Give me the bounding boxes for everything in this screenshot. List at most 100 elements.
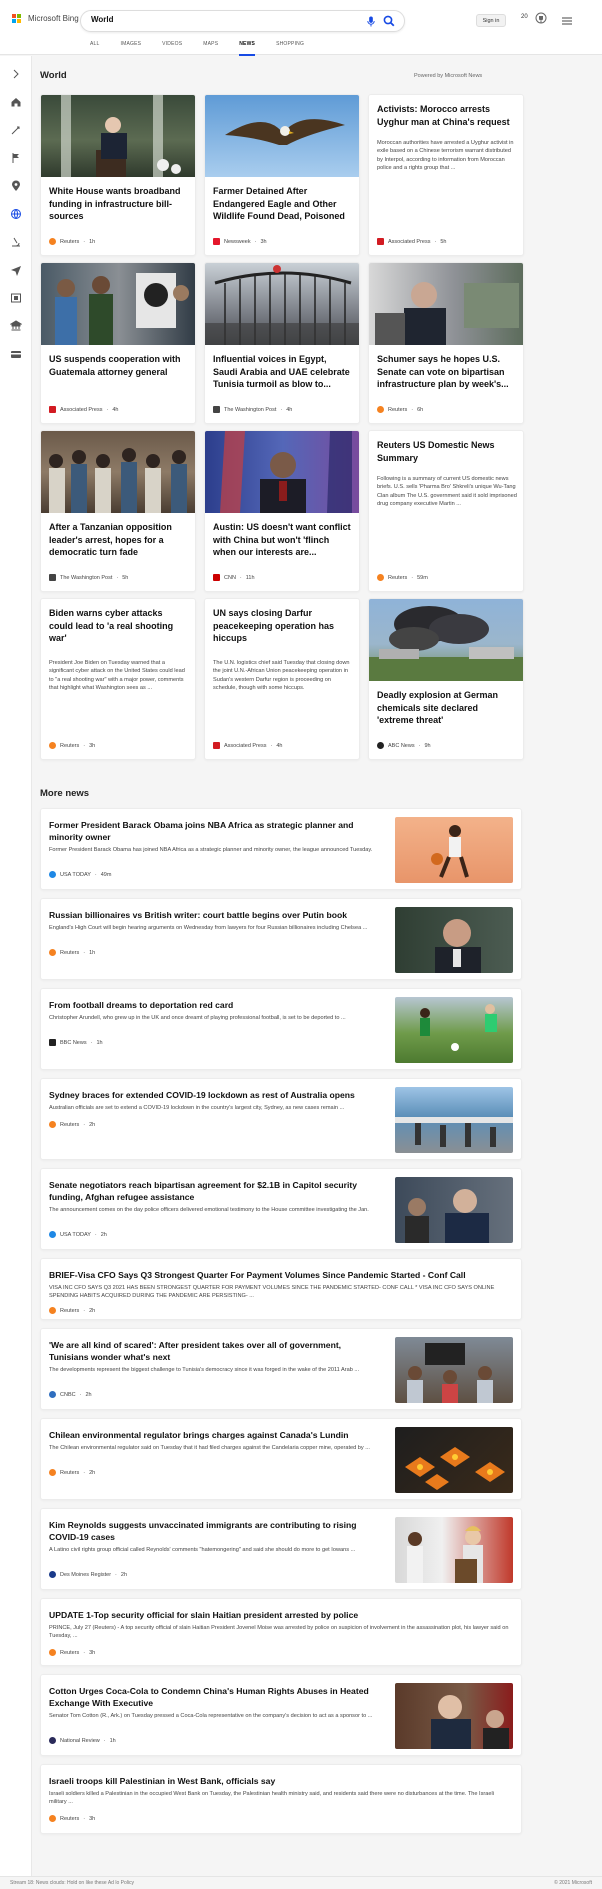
item-title[interactable]: Senate negotiators reach bipartisan agre… [49,1179,379,1203]
item-title[interactable]: Russian billionaires vs British writer: … [49,909,379,921]
card-source: Reuters · 3h [49,742,95,749]
item-source: CNBC · 2h [49,1391,92,1398]
abc-news-logo-icon [377,742,384,749]
card-title[interactable]: US suspends cooperation with Guatemala a… [49,353,189,378]
card-title[interactable]: Austin: US doesn't want conflict with Ch… [213,521,353,559]
item-title[interactable]: Sydney braces for extended COVID-19 lock… [49,1089,379,1101]
plane-icon[interactable] [10,264,22,276]
card-source: ABC News · 9h [377,742,431,749]
tab-all[interactable]: ALL [90,41,100,51]
search-input[interactable] [91,15,351,24]
bing-logo[interactable]: Microsoft Bing [12,14,79,23]
search-icon[interactable] [383,15,395,27]
tab-shopping[interactable]: SHOPPING [276,41,304,51]
rocket-icon[interactable] [10,124,22,136]
microscope-icon[interactable] [10,236,22,248]
location-icon[interactable] [10,180,22,192]
flag-icon[interactable] [10,152,22,164]
news-card[interactable]: White House wants broadband funding in i… [40,94,196,256]
news-card[interactable]: Influential voices in Egypt, Saudi Arabi… [204,262,360,424]
news-card[interactable]: Schumer says he hopes U.S. Senate can vo… [368,262,524,424]
item-source: Des Moines Register · 2h [49,1571,127,1578]
card-title[interactable]: Biden warns cyber attacks could lead to … [49,607,189,645]
more-news-item[interactable]: BRIEF-Visa CFO Says Q3 Strongest Quarter… [40,1258,522,1320]
item-title[interactable]: Chilean environmental regulator brings c… [49,1429,379,1441]
item-source: Reuters · 2h [49,1121,95,1128]
more-news-item[interactable]: Sydney braces for extended COVID-19 lock… [40,1078,522,1160]
card-title[interactable]: UN says closing Darfur peacekeeping oper… [213,607,353,645]
reuters-logo-icon [49,238,56,245]
card-source: Reuters · 1h [49,238,95,245]
news-card[interactable]: Farmer Detained After Endangered Eagle a… [204,94,360,256]
item-snippet: Australian officials are set to extend a… [49,1105,345,1111]
card-title[interactable]: After a Tanzanian opposition leader's ar… [49,521,189,559]
card-title[interactable]: Farmer Detained After Endangered Eagle a… [213,185,353,223]
gate-crowd-photo [205,263,359,345]
more-news-item[interactable]: Cotton Urges Coca-Cola to Condemn China'… [40,1674,522,1756]
card-title[interactable]: Activists: Morocco arrests Uyghur man at… [377,103,517,128]
tab-videos[interactable]: VIDEOS [162,41,182,51]
reuters-logo-icon [49,1307,56,1314]
card-title[interactable]: Reuters US Domestic News Summary [377,439,517,464]
card-title[interactable]: Deadly explosion at German chemicals sit… [377,689,517,727]
item-title[interactable]: 'We are all kind of scared': After presi… [49,1339,379,1363]
rewards-points[interactable]: 20 [521,14,528,20]
card-source: The Washington Post · 5h [49,574,128,581]
ap-logo-icon [213,742,220,749]
cotton-hearing-photo [395,1683,513,1749]
schumer-photo [369,263,523,345]
bank-icon[interactable] [10,320,22,332]
card-title[interactable]: Influential voices in Egypt, Saudi Arabi… [213,353,353,391]
card-icon[interactable] [10,348,22,360]
film-icon[interactable] [10,292,22,304]
item-snippet: The announcement comes on the day police… [49,1207,369,1213]
news-card[interactable]: Biden warns cyber attacks could lead to … [40,598,196,760]
sign-in-button[interactable]: Sign in [476,14,506,27]
tab-maps[interactable]: MAPS [203,41,218,51]
item-title[interactable]: Kim Reynolds suggests unvaccinated immig… [49,1519,379,1543]
card-source: Reuters · 59m [377,574,428,581]
cnbc-logo-icon [49,1391,56,1398]
more-news-item[interactable]: Israeli troops kill Palestinian in West … [40,1764,522,1834]
item-snippet: Israeli soldiers killed a Palestinian in… [49,1791,494,1806]
home-icon[interactable] [10,96,22,108]
card-title[interactable]: Schumer says he hopes U.S. Senate can vo… [377,353,517,391]
usa-today-logo-icon [49,1231,56,1238]
tab-news[interactable]: NEWS [239,41,255,56]
search-box[interactable] [80,10,405,32]
expand-icon[interactable] [10,68,22,80]
more-news-item[interactable]: Senate negotiators reach bipartisan agre… [40,1168,522,1250]
news-card[interactable]: Austin: US doesn't want conflict with Ch… [204,430,360,592]
item-title[interactable]: UPDATE 1-Top security official for slain… [49,1609,509,1621]
hamburger-menu-icon[interactable] [562,17,572,25]
more-news-item[interactable]: Russian billionaires vs British writer: … [40,898,522,980]
reuters-logo-icon [49,742,56,749]
more-news-item[interactable]: 'We are all kind of scared': After presi… [40,1328,522,1410]
washington-post-logo-icon [49,574,56,581]
microphone-icon[interactable] [366,16,376,27]
news-card[interactable]: UN says closing Darfur peacekeeping oper… [204,598,360,760]
news-card[interactable]: Activists: Morocco arrests Uyghur man at… [368,94,524,256]
more-news-item[interactable]: Chilean environmental regulator brings c… [40,1418,522,1500]
footer-links[interactable]: Stream 18: News clouds: Hold on like the… [10,1880,134,1886]
more-news-item[interactable]: Kim Reynolds suggests unvaccinated immig… [40,1508,522,1590]
item-title[interactable]: Israeli troops kill Palestinian in West … [49,1775,509,1787]
more-news-item[interactable]: Former President Barack Obama joins NBA … [40,808,522,890]
card-title[interactable]: White House wants broadband funding in i… [49,185,189,223]
more-news-item[interactable]: From football dreams to deportation red … [40,988,522,1070]
more-news-item[interactable]: UPDATE 1-Top security official for slain… [40,1598,522,1666]
news-card[interactable]: Deadly explosion at German chemicals sit… [368,598,524,760]
item-title[interactable]: BRIEF-Visa CFO Says Q3 Strongest Quarter… [49,1269,509,1281]
card-source: Associated Press · 4h [49,406,118,413]
globe-icon[interactable] [10,208,22,220]
item-snippet: The developments represent the biggest c… [49,1367,360,1373]
tab-images[interactable]: IMAGES [121,41,142,51]
news-card[interactable]: Reuters US Domestic News Summary Followi… [368,430,524,592]
news-card[interactable]: US suspends cooperation with Guatemala a… [40,262,196,424]
national-review-logo-icon [49,1737,56,1744]
item-title[interactable]: From football dreams to deportation red … [49,999,379,1011]
item-title[interactable]: Former President Barack Obama joins NBA … [49,819,379,843]
item-title[interactable]: Cotton Urges Coca-Cola to Condemn China'… [49,1685,379,1709]
news-card[interactable]: After a Tanzanian opposition leader's ar… [40,430,196,592]
rewards-trophy-icon[interactable] [535,12,547,26]
